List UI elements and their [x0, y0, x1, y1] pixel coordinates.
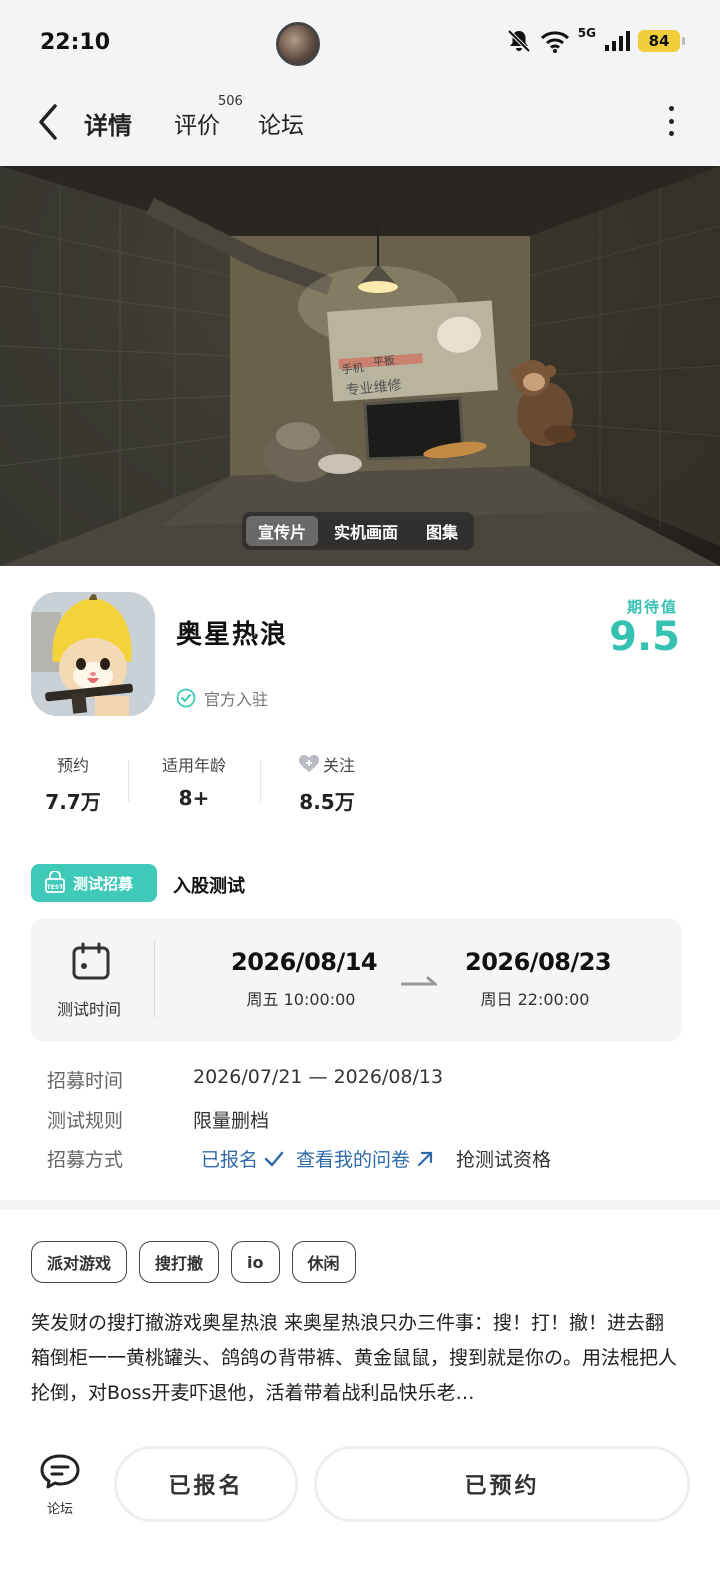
header-nav: 详情 评价 506 论坛: [0, 88, 720, 166]
reserved-button[interactable]: 已预约: [314, 1446, 690, 1522]
tag-item[interactable]: 休闲: [291, 1241, 356, 1283]
tab-forum-label: 论坛: [258, 113, 304, 139]
hero-scene-illustration: 手机 平板 专业维修: [0, 166, 720, 566]
expectation-score: 9.5: [609, 614, 680, 660]
divider: [154, 940, 155, 1018]
chat-bubble-icon: [40, 1454, 80, 1489]
signal-icon: [605, 31, 630, 51]
hero-video-banner[interactable]: 手机 平板 专业维修: [0, 166, 720, 566]
status-bar: 22:10 5G 84: [0, 0, 720, 88]
signed-up-label: 已报名: [201, 1149, 259, 1171]
heart-plus-icon: [298, 755, 319, 772]
tag-item[interactable]: 搜打撤: [139, 1241, 220, 1283]
row-key: 测试规则: [47, 1110, 124, 1132]
media-tab-gameplay[interactable]: 实机画面: [322, 516, 410, 546]
divider: [128, 760, 129, 802]
row-key: 招募方式: [47, 1149, 124, 1171]
test-end-time: 周日 22:00:00: [480, 990, 590, 1009]
more-options-button[interactable]: [666, 106, 676, 136]
tab-details-label: 详情: [84, 112, 132, 140]
app-icon: [31, 592, 155, 716]
stat-value: 8.5万: [299, 790, 355, 814]
battery-indicator: 84: [638, 30, 685, 52]
more-dot: [668, 118, 674, 124]
media-tab-trailer[interactable]: 宣传片: [246, 516, 318, 546]
official-verified: 官方入驻: [176, 686, 268, 710]
app-name: 奥星热浪: [176, 620, 289, 650]
test-start-date: 2026/08/14: [231, 948, 378, 976]
tab-details[interactable]: 详情: [80, 106, 134, 147]
arrow-right-icon: [401, 976, 437, 986]
stat-label: 适用年龄: [161, 756, 226, 775]
chevron-left-icon: [39, 104, 57, 140]
test-start-time: 周五 10:00:00: [246, 990, 356, 1009]
row-value: 限量删档: [193, 1110, 270, 1132]
test-end: 2026/08/23 周日 22:00:00: [465, 948, 612, 1010]
checkmark-icon: [264, 1151, 284, 1166]
external-arrow-icon: [417, 1151, 433, 1166]
stat-reservations: 预约 7.7万: [30, 752, 116, 815]
more-dot: [668, 131, 674, 136]
svg-text:TEST: TEST: [47, 884, 65, 891]
grab-test-qualification[interactable]: 抢测试资格: [456, 1145, 551, 1172]
signed-up-button[interactable]: 已报名: [114, 1446, 298, 1522]
stat-value: 7.7万: [45, 790, 101, 814]
stat-label: 预约: [56, 756, 89, 775]
test-time-label: 测试时间: [57, 1000, 122, 1019]
stat-value: 8+: [178, 786, 210, 810]
wifi-icon: [540, 31, 569, 53]
poster-text-1: 手机: [341, 360, 364, 376]
review-count-badge: 506: [218, 94, 243, 109]
mute-bell-icon: [507, 29, 531, 53]
stat-label: 关注: [282, 752, 372, 776]
status-avatar: [276, 22, 320, 66]
signed-up-button-label: 已报名: [168, 1474, 244, 1499]
more-dot: [668, 106, 674, 111]
calendar-icon: [72, 942, 110, 980]
test-recruit-badge-label: 测试招募: [73, 874, 134, 893]
test-time-card: 测试时间 2026/08/14 周五 10:00:00 2026/08/23 周…: [31, 918, 682, 1042]
tag-item[interactable]: 派对游戏: [31, 1241, 128, 1283]
game-description[interactable]: 笑发财の搜打撤游戏奥星热浪 来奥星热浪只办三件事：搜！打！撤！进去翻箱倒柜一一黄…: [31, 1306, 681, 1411]
bottom-action-bar: 论坛 已报名 已预约: [0, 1432, 720, 1584]
back-button[interactable]: [30, 102, 66, 142]
app-icon-image: [31, 592, 155, 716]
section-divider: [0, 1200, 720, 1210]
row-key: 招募时间: [47, 1070, 124, 1092]
tab-reviews-label: 评价: [174, 113, 220, 139]
network-label: 5G: [577, 26, 596, 40]
test-recruit-badge: TEST 测试招募: [31, 864, 157, 902]
status-icons: 5G 84: [506, 26, 685, 54]
row-value: 2026/07/21 — 2026/08/13: [193, 1066, 444, 1088]
verified-check-icon: [176, 688, 196, 708]
stat-age-rating: 适用年龄 8+: [150, 752, 238, 810]
official-label: 官方入驻: [204, 690, 269, 709]
test-icon: TEST: [45, 871, 65, 893]
stat-label-text: 关注: [322, 756, 355, 775]
recruit-method-actions: 已报名 查看我的问卷 抢测试资格: [201, 1145, 551, 1172]
test-start: 2026/08/14 周五 10:00:00: [231, 948, 378, 1010]
test-recruit-title: 入股测试: [173, 876, 245, 897]
tab-forum[interactable]: 论坛: [258, 106, 304, 140]
reserved-button-label: 已预约: [464, 1474, 540, 1499]
tag-list: 派对游戏 搜打撤 io 休闲: [31, 1241, 356, 1283]
test-end-date: 2026/08/23: [465, 948, 612, 976]
signed-up-status[interactable]: 已报名: [201, 1145, 258, 1172]
view-questionnaire-link[interactable]: 查看我的问卷: [296, 1145, 410, 1172]
forum-button[interactable]: 论坛: [36, 1452, 84, 1517]
media-tab-switcher: 宣传片 实机画面 图集: [242, 512, 474, 550]
status-time: 22:10: [40, 30, 111, 55]
stat-follow[interactable]: 关注 8.5万: [282, 752, 372, 815]
divider: [260, 760, 261, 802]
poster-text-2: 平板: [372, 353, 395, 369]
tab-reviews[interactable]: 评价 506: [174, 94, 243, 140]
forum-label: 论坛: [46, 1502, 73, 1517]
tag-item[interactable]: io: [231, 1241, 280, 1283]
media-tab-gallery[interactable]: 图集: [414, 516, 470, 546]
